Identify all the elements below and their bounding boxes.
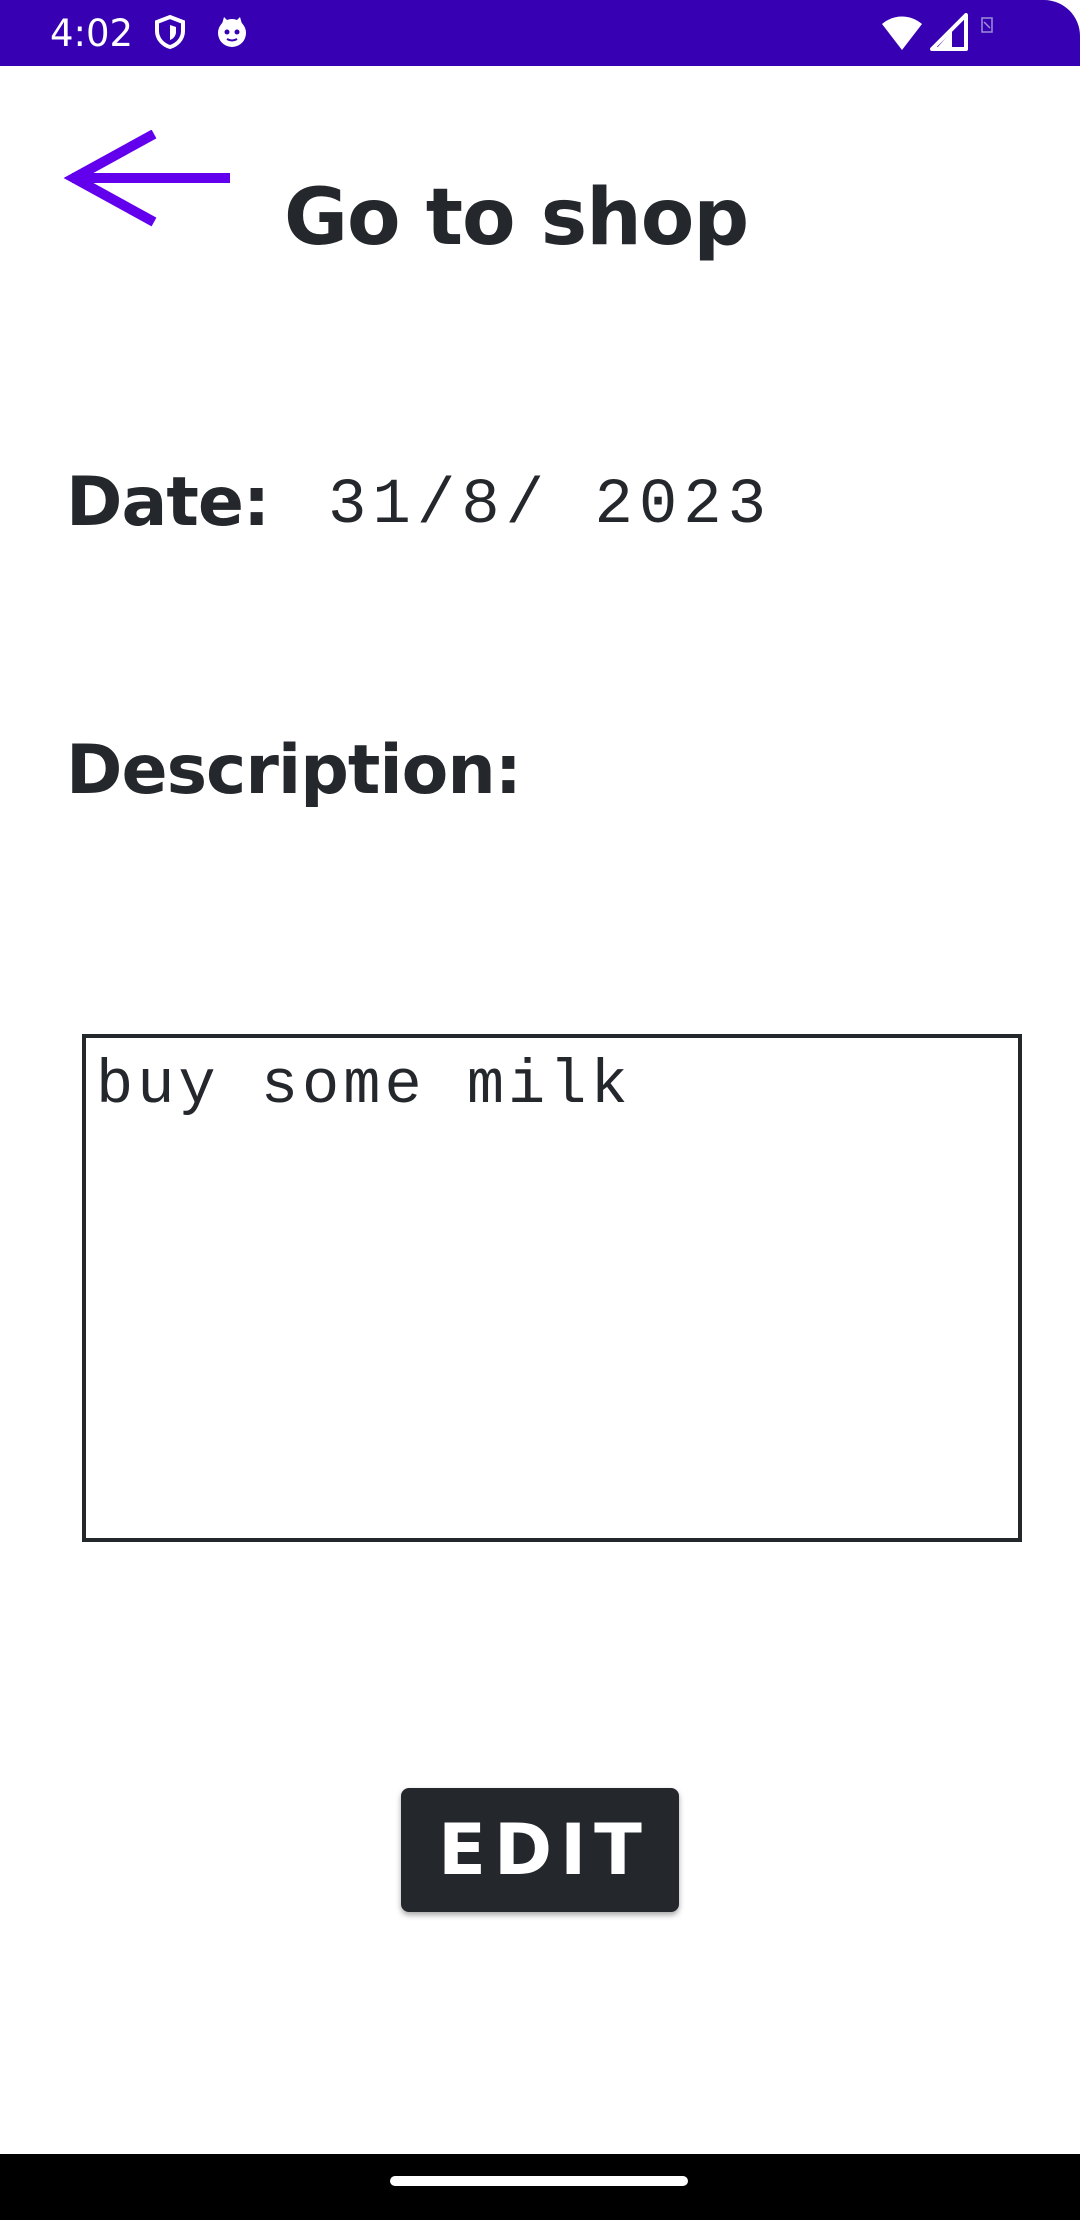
edit-button-label: EDIT xyxy=(438,1809,650,1891)
description-text: buy some milk xyxy=(96,1050,632,1121)
home-indicator[interactable] xyxy=(390,2176,688,2186)
wifi-icon xyxy=(882,16,922,50)
no-sim-icon xyxy=(981,17,993,33)
page-title: Go to shop xyxy=(284,173,749,263)
date-label: Date: xyxy=(66,463,270,542)
edit-button[interactable]: EDIT xyxy=(401,1788,679,1912)
status-bar: 4:02 xyxy=(0,0,1080,66)
description-label: Description: xyxy=(66,731,522,810)
status-time: 4:02 xyxy=(50,12,134,55)
description-field[interactable]: buy some milk xyxy=(82,1034,1022,1542)
shield-icon xyxy=(155,14,185,50)
screen: 4:02 Go to shop Date: 31/8/ 2023 Descrip… xyxy=(0,0,1080,2220)
cat-face-icon xyxy=(218,17,246,47)
back-button[interactable] xyxy=(64,130,234,230)
navigation-bar xyxy=(0,2154,1080,2220)
date-value: 31/8/ 2023 xyxy=(328,470,773,542)
cellular-signal-icon xyxy=(930,13,968,51)
arrow-back-icon xyxy=(64,130,230,227)
